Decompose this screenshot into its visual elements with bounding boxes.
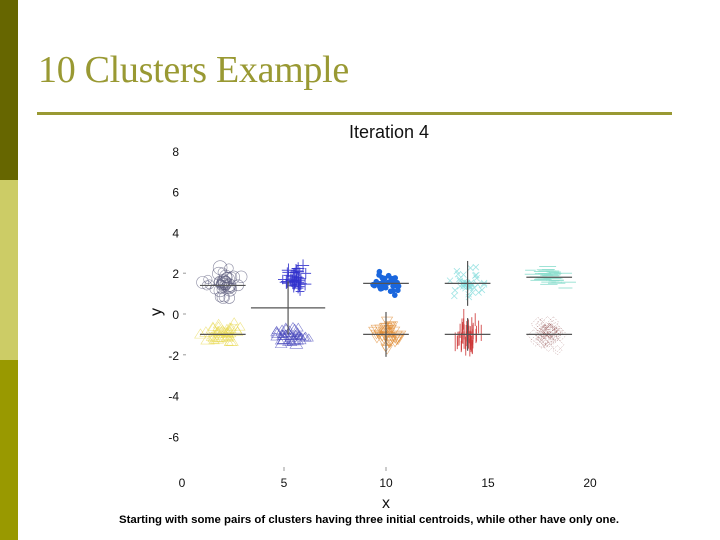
y-tick-label: 6 <box>172 186 179 200</box>
data-point <box>194 328 207 339</box>
y-tick-label: 2 <box>172 267 179 281</box>
x-axis-label: x <box>382 495 390 512</box>
data-point <box>467 264 474 272</box>
data-point <box>475 289 482 296</box>
data-point <box>379 274 385 281</box>
x-tick-label: 5 <box>281 476 288 490</box>
x-axis: 0 5 10 15 20 <box>179 467 597 490</box>
cluster-2 <box>194 317 246 346</box>
scatter-chart: Iteration 4 86420-2-4-6 0 5 10 15 20 x y <box>148 122 597 512</box>
data-point <box>480 281 488 288</box>
x-tick-label: 10 <box>379 476 393 490</box>
data-point <box>534 334 549 349</box>
y-tick-label: -6 <box>168 430 179 444</box>
centroid <box>444 318 491 351</box>
data-point <box>212 260 228 275</box>
slide-caption: Starting with some pairs of clusters hav… <box>118 514 620 526</box>
y-tick-label: 0 <box>172 308 179 322</box>
data-point <box>530 316 546 332</box>
x-tick-label: 0 <box>179 476 186 490</box>
cluster-1 <box>196 260 248 304</box>
data-point <box>446 277 454 284</box>
y-axis-label: y <box>148 308 165 316</box>
data-point <box>547 316 560 329</box>
data-point <box>391 292 398 298</box>
data-point <box>478 286 486 294</box>
data-point <box>450 292 458 300</box>
data-point <box>460 271 467 278</box>
data-point <box>296 259 310 272</box>
data-point <box>385 272 392 279</box>
data-point <box>529 334 542 347</box>
y-tick-label: 8 <box>172 145 179 159</box>
y-tick-label: -2 <box>168 349 179 363</box>
data-point <box>234 321 246 331</box>
y-axis: 8 6 4 2 0 -2 -4 -6 <box>168 145 186 444</box>
x-tick-label: 15 <box>481 476 495 490</box>
data-point <box>377 286 384 292</box>
y-tick-label: -4 <box>168 390 179 404</box>
centroid <box>363 311 409 357</box>
cluster-10 <box>527 316 568 356</box>
data-point <box>473 274 480 282</box>
y-tick-label: 4 <box>172 226 179 240</box>
x-tick-label: 20 <box>583 476 597 490</box>
data-point <box>376 268 383 275</box>
chart-title: Iteration 4 <box>349 122 429 142</box>
data-point <box>394 279 400 286</box>
data-point <box>204 279 215 290</box>
cluster-3 <box>277 259 312 296</box>
data-point <box>552 345 563 356</box>
data-point <box>451 287 459 294</box>
data-point <box>472 263 480 271</box>
cluster-4 <box>270 321 314 349</box>
centroid <box>250 281 326 335</box>
cluster-6 <box>368 316 407 355</box>
cluster-8 <box>454 308 482 357</box>
